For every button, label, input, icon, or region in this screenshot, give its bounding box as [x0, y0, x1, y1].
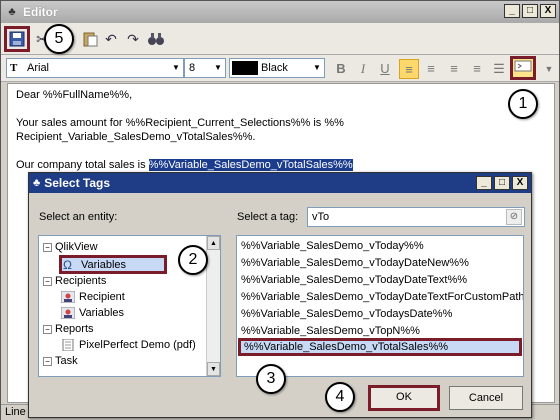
italic-button[interactable]: I — [353, 59, 373, 79]
tag-list[interactable]: %%Variable_SalesDemo_vToday%% %%Variable… — [236, 235, 524, 377]
collapse-icon[interactable]: − — [43, 356, 52, 366]
tree-node-task[interactable]: − Task — [43, 353, 78, 369]
callout-4: 4 — [325, 382, 355, 412]
callout-5: 5 — [44, 24, 74, 54]
minimize-button[interactable]: _ — [476, 176, 492, 190]
app-icon: ♣ — [8, 6, 16, 18]
redo-icon[interactable]: ↷ — [124, 30, 142, 48]
paste-icon[interactable] — [81, 30, 99, 48]
underline-button[interactable]: U — [375, 59, 395, 79]
align-center-button[interactable]: ≡ — [421, 59, 441, 79]
maximize-button[interactable]: □ — [522, 4, 538, 18]
collapse-icon[interactable]: − — [43, 242, 52, 252]
collapse-icon[interactable]: − — [43, 276, 52, 286]
justify-button[interactable]: ≡ — [467, 59, 487, 79]
omega-icon: Ω — [63, 257, 72, 272]
editor-line: Dear %%FullName%%, — [16, 89, 133, 101]
editor-line: Our company total sales is %%Variable_Sa… — [16, 158, 546, 172]
dialog-title: Select Tags — [44, 176, 111, 190]
bold-button[interactable]: B — [331, 59, 351, 79]
tag-list-item[interactable]: %%Variable_SalesDemo_vTopN%% — [241, 323, 420, 339]
clear-filter-icon[interactable]: ⊘ — [506, 209, 522, 225]
font-color-select[interactable]: Black ▼ — [229, 58, 325, 78]
editor-titlebar: ♣ Editor _ □ X — [1, 1, 559, 23]
tree-node-recipient-variables[interactable]: Variables — [60, 305, 125, 321]
close-button[interactable]: X — [540, 4, 556, 18]
chevron-down-icon[interactable]: ▼ — [211, 59, 225, 77]
callout-1: 1 — [508, 89, 538, 119]
tree-node-qlikview[interactable]: − QlikView — [43, 239, 98, 255]
entity-label: Select an entity: — [39, 211, 118, 223]
selected-tag-text: %%Variable_SalesDemo_vTotalSales%% — [148, 159, 353, 171]
tree-node-label: QlikView — [55, 241, 98, 253]
editor-text: Your sales amount for %%Recipient_Curren… — [16, 117, 344, 129]
tree-node-variables-selected[interactable]: Ω Variables — [59, 255, 167, 274]
tree-node-label: Recipients — [55, 275, 107, 287]
tag-filter-input[interactable]: vTo ⊘ — [307, 207, 525, 227]
tag-list-item-selected[interactable]: %%Variable_SalesDemo_vTotalSales%% — [238, 338, 522, 356]
tag-list-item[interactable]: %%Variable_SalesDemo_vTodayDateNew%% — [241, 255, 469, 271]
editor-text: Our company total sales is — [16, 159, 149, 171]
align-left-button[interactable]: ≡ — [399, 59, 419, 79]
tag-label: Select a tag: — [237, 211, 299, 223]
tree-node-reports[interactable]: − Reports — [43, 321, 94, 337]
tree-node-pixelperfect[interactable]: PixelPerfect Demo (pdf) — [61, 337, 196, 353]
tag-filter-value: vTo — [312, 211, 330, 223]
window-title: Editor — [23, 5, 58, 19]
tree-node-label: Reports — [55, 323, 94, 335]
font-color-name: Black — [261, 62, 288, 74]
tree-node-label: PixelPerfect Demo (pdf) — [79, 339, 196, 351]
maximize-button[interactable]: □ — [494, 176, 510, 190]
font-size-value: 8 — [189, 62, 196, 74]
editor-line: Your sales amount for %%Recipient_Curren… — [16, 116, 546, 144]
tree-scrollbar[interactable]: ▲ ▼ — [206, 236, 220, 376]
ok-button[interactable]: OK — [368, 385, 440, 411]
binoculars-icon[interactable] — [147, 30, 165, 48]
minimize-button[interactable]: _ — [504, 4, 520, 18]
tag-list-item[interactable]: %%Variable_SalesDemo_vTodaysDate%% — [241, 306, 452, 322]
chevron-down-icon[interactable]: ▼ — [169, 59, 183, 77]
tree-node-recipient[interactable]: Recipient — [60, 289, 125, 305]
toolbar-overflow-icon[interactable]: ▼ — [539, 59, 559, 79]
save-icon[interactable] — [8, 30, 26, 48]
user-icon — [60, 290, 76, 304]
cancel-button[interactable]: Cancel — [449, 386, 523, 410]
bullet-list-button[interactable]: ☰ — [489, 59, 509, 79]
tree-node-label: Variables — [81, 258, 127, 271]
callout-3: 3 — [256, 364, 286, 394]
tag-list-item[interactable]: %%Variable_SalesDemo_vTodayDateText%% — [241, 272, 467, 288]
insert-tag-button[interactable] — [510, 56, 536, 80]
tree-node-label: Variables — [79, 307, 125, 319]
font-name: Arial — [27, 62, 50, 74]
close-button[interactable]: X — [512, 176, 528, 190]
tag-list-item[interactable]: %%Variable_SalesDemo_vTodayDateTextForCu… — [241, 289, 523, 305]
main-toolbar: ✂ ↶ ↷ — [1, 23, 559, 55]
undo-icon[interactable]: ↶ — [102, 30, 120, 48]
scroll-up-icon[interactable]: ▲ — [207, 236, 220, 250]
color-swatch — [232, 61, 258, 75]
format-toolbar: T Arial ▼ 8 ▼ Black ▼ B I U ≡ ≡ ≡ ≡ ☰ ▼ — [1, 55, 559, 82]
tree-node-label: Recipient — [79, 291, 125, 303]
align-right-button[interactable]: ≡ — [444, 59, 464, 79]
scroll-down-icon[interactable]: ▼ — [207, 362, 220, 376]
callout-2: 2 — [178, 245, 208, 275]
tree-node-recipients[interactable]: − Recipients — [43, 273, 106, 289]
user-icon — [60, 306, 76, 320]
font-size-select[interactable]: 8 ▼ — [184, 58, 226, 78]
collapse-icon[interactable]: − — [43, 324, 52, 334]
document-icon — [61, 338, 75, 352]
font-type-icon: T — [10, 62, 18, 74]
tree-node-label: Task — [55, 355, 78, 367]
dialog-titlebar: ♣ Select Tags _ □ X — [29, 173, 531, 193]
font-select[interactable]: T Arial ▼ — [6, 58, 184, 78]
app-icon: ♣ — [33, 177, 41, 189]
chevron-down-icon[interactable]: ▼ — [310, 59, 324, 77]
tag-list-item[interactable]: %%Variable_SalesDemo_vToday%% — [241, 238, 424, 254]
editor-text: Recipient_Variable_SalesDemo_vTotalSales… — [16, 131, 256, 143]
